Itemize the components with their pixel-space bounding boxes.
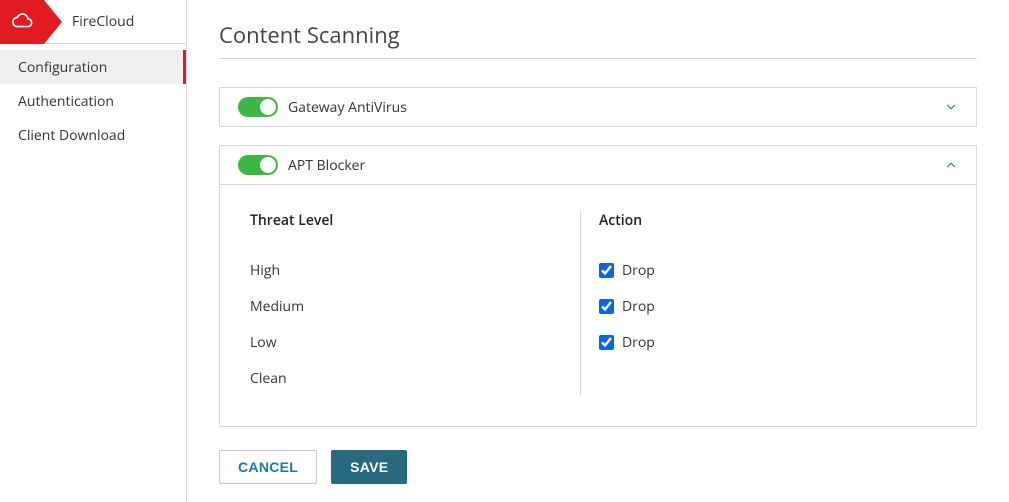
page-title-wrap: Content Scanning (219, 20, 977, 59)
action-label-medium: Drop (622, 297, 655, 316)
panel-header-apt-blocker[interactable]: APT Blocker (220, 146, 976, 184)
sidebar-item-authentication[interactable]: Authentication (0, 84, 186, 118)
toggle-apt-blocker[interactable] (238, 155, 278, 175)
sidebar-item-label: Client Download (18, 126, 125, 145)
panel-header-gateway-antivirus[interactable]: Gateway AntiVirus (220, 88, 976, 126)
column-action: Action Drop Drop Drop (580, 211, 655, 396)
threat-row-medium: Medium (250, 288, 580, 324)
chevron-down-icon (944, 100, 958, 114)
panel-body-apt-blocker: Threat Level High Medium Low Clean Actio… (220, 184, 976, 426)
sidebar-item-label: Authentication (18, 92, 114, 111)
toggle-gateway-antivirus[interactable] (238, 97, 278, 117)
panel-title-gateway-antivirus: Gateway AntiVirus (288, 98, 407, 117)
panel-gateway-antivirus: Gateway AntiVirus (219, 87, 977, 127)
page-title: Content Scanning (219, 20, 977, 50)
sidebar-nav: Configuration Authentication Client Down… (0, 44, 186, 152)
save-button[interactable]: SAVE (331, 450, 407, 484)
apt-columns: Threat Level High Medium Low Clean Actio… (250, 211, 946, 396)
checkbox-action-medium[interactable] (599, 299, 614, 314)
checkbox-action-low[interactable] (599, 335, 614, 350)
button-row: CANCEL SAVE (219, 450, 977, 484)
cloud-icon (11, 11, 33, 33)
brand-title: FireCloud (72, 12, 134, 31)
threat-row-low: Low (250, 324, 580, 360)
main-content: Content Scanning Gateway AntiVirus APT B… (187, 0, 1009, 502)
column-header-threat: Threat Level (250, 211, 580, 230)
panel-apt-blocker: APT Blocker Threat Level High Medium Low… (219, 145, 977, 427)
action-row-medium: Drop (599, 288, 655, 324)
threat-row-high: High (250, 252, 580, 288)
panel-title-apt-blocker: APT Blocker (288, 156, 365, 175)
action-label-high: Drop (622, 261, 655, 280)
sidebar-item-label: Configuration (18, 58, 107, 77)
action-label-low: Drop (622, 333, 655, 352)
threat-row-clean: Clean (250, 360, 580, 396)
sidebar-item-configuration[interactable]: Configuration (0, 50, 186, 84)
brand-row: FireCloud (0, 0, 186, 44)
column-threat-level: Threat Level High Medium Low Clean (250, 211, 580, 396)
action-row-high: Drop (599, 252, 655, 288)
chevron-up-icon (944, 158, 958, 172)
brand-logo (0, 0, 44, 44)
cancel-button[interactable]: CANCEL (219, 450, 317, 484)
column-header-action: Action (599, 211, 655, 230)
sidebar-item-client-download[interactable]: Client Download (0, 118, 186, 152)
action-row-low: Drop (599, 324, 655, 360)
checkbox-action-high[interactable] (599, 263, 614, 278)
sidebar: FireCloud Configuration Authentication C… (0, 0, 187, 502)
